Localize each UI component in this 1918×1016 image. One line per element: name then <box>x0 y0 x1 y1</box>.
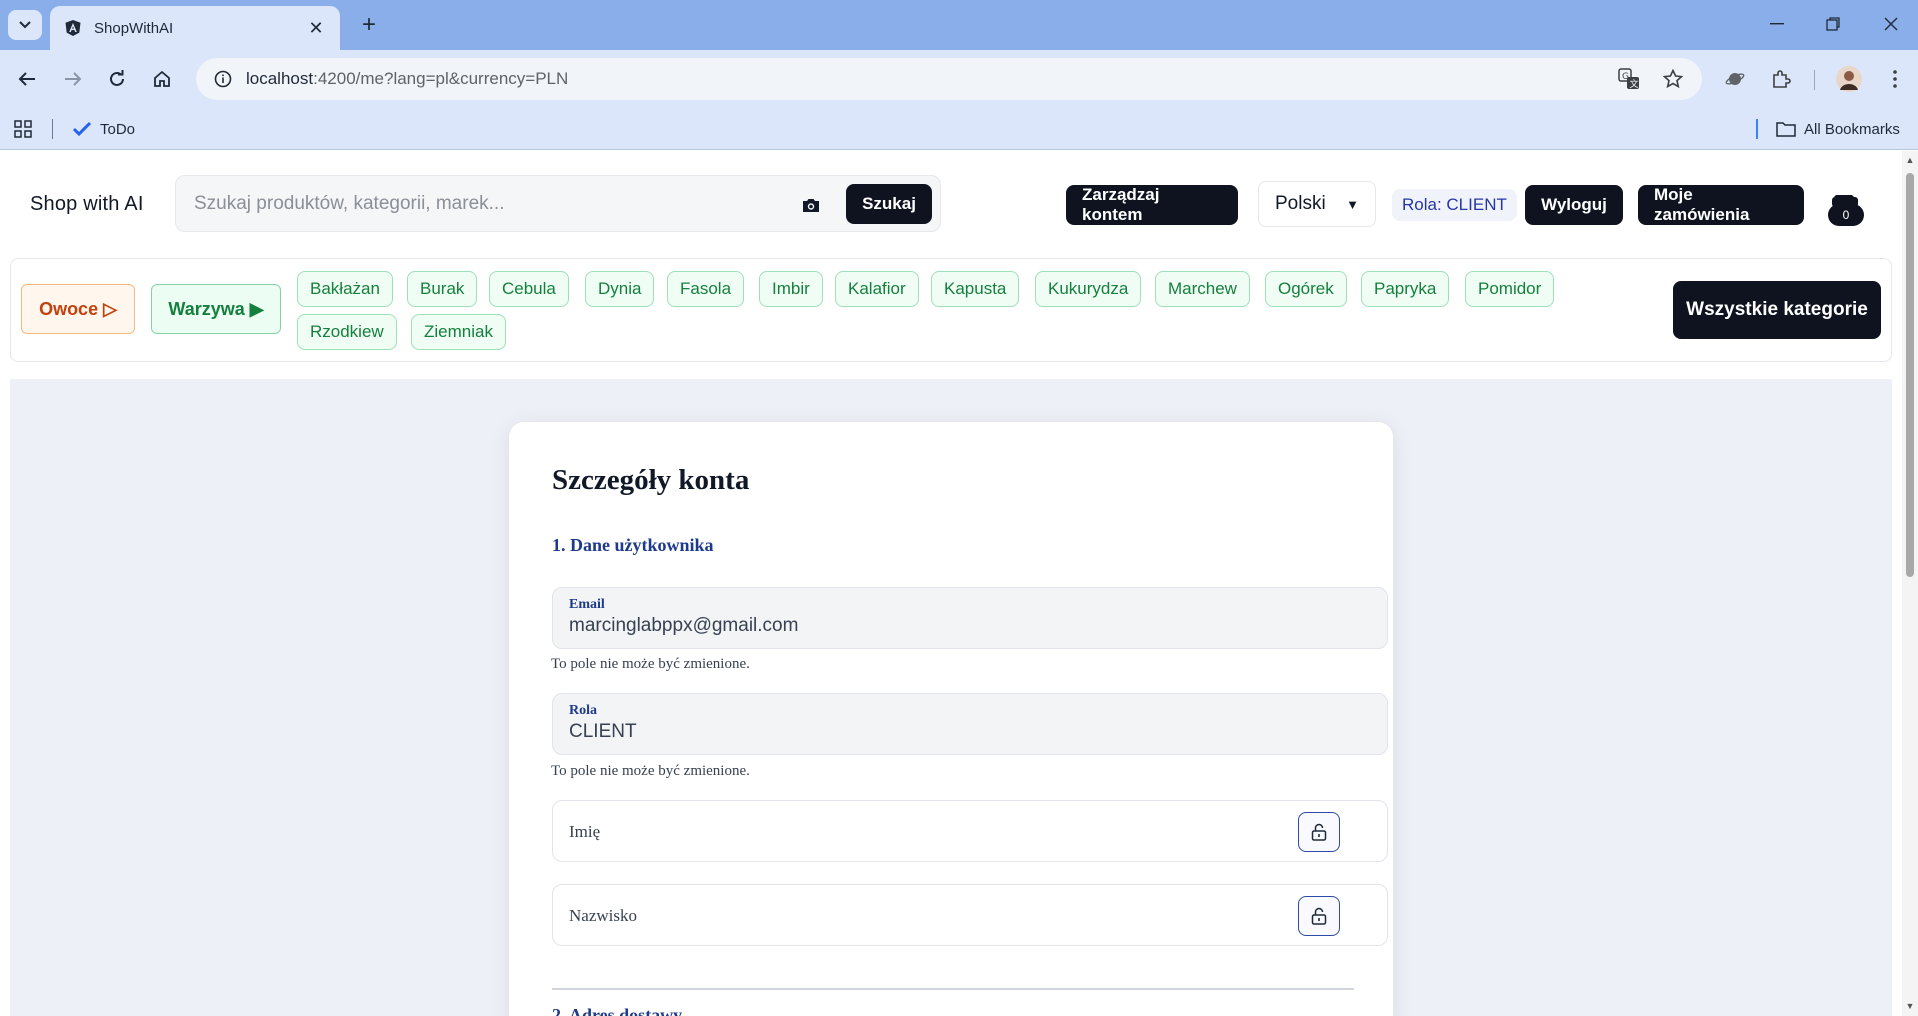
home-icon[interactable] <box>145 62 179 96</box>
back-icon[interactable] <box>10 62 44 96</box>
category-vegetables-button[interactable]: Warzywa ▶ <box>151 284 281 334</box>
category-chip[interactable]: Pomidor <box>1465 271 1555 307</box>
brand-logo[interactable]: Shop with AI <box>30 193 144 216</box>
category-chip[interactable]: Kukurydza <box>1035 271 1142 307</box>
category-chip[interactable]: Burak <box>407 271 478 307</box>
category-chip[interactable]: Dynia <box>585 271 655 307</box>
category-chip[interactable]: Imbir <box>759 271 823 307</box>
unlock-icon <box>1311 907 1327 925</box>
all-categories-button[interactable]: Wszystkie kategorie <box>1673 281 1881 339</box>
section-user-data-title: 1. Dane użytkownika <box>552 535 714 555</box>
extension-planet-icon[interactable] <box>1718 62 1752 96</box>
browser-toolbar: localhost:4200/me?lang=pl&currency=PLN G… <box>0 50 1918 108</box>
all-bookmarks[interactable]: All Bookmarks <box>1776 116 1900 142</box>
language-value: Polski <box>1275 193 1326 214</box>
site-header: Shop with AI Szukaj Zarządzaj kontem Pol… <box>0 151 1900 251</box>
search-input[interactable] <box>190 186 790 222</box>
caret-down-icon: ▼ <box>1346 196 1359 212</box>
category-chip[interactable]: Bakłażan <box>297 271 393 307</box>
bookmark-todo[interactable]: ToDo <box>72 116 135 142</box>
category-chip[interactable]: Ziemniak <box>411 314 506 350</box>
page-viewport: Shop with AI Szukaj Zarządzaj kontem Pol… <box>0 151 1918 1016</box>
address-bar[interactable]: localhost:4200/me?lang=pl&currency=PLN G… <box>196 58 1702 100</box>
new-tab-button[interactable]: + <box>354 10 384 40</box>
my-orders-button[interactable]: Moje zamówienia <box>1638 185 1804 225</box>
browser-menu-icon[interactable] <box>1878 62 1912 96</box>
first-name-placeholder: Imię <box>569 822 601 841</box>
category-chip[interactable]: Rzodkiew <box>297 314 397 350</box>
first-name-field[interactable]: Imię <box>552 800 1388 862</box>
search-bar: Szukaj <box>175 175 941 232</box>
angular-logo-icon <box>64 19 82 37</box>
manage-account-button[interactable]: Zarządzaj kontem <box>1066 185 1238 225</box>
translate-icon[interactable]: G文 <box>1614 64 1644 94</box>
category-chip[interactable]: Cebula <box>489 271 569 307</box>
chevron-down-icon <box>19 21 31 29</box>
role-readonly-hint: To pole nie może być zmienione. <box>551 763 750 779</box>
role-label: Rola <box>569 703 597 718</box>
url-text: localhost:4200/me?lang=pl&currency=PLN <box>246 69 569 88</box>
tab-search-button[interactable] <box>8 10 42 40</box>
last-name-field[interactable]: Nazwisko <box>552 884 1388 946</box>
toolbar-separator <box>1814 70 1815 90</box>
apps-grid-icon[interactable] <box>14 116 32 142</box>
bookmarks-bar: ToDo All Bookmarks <box>0 108 1918 150</box>
role-badge: Rola: CLIENT <box>1392 189 1517 221</box>
forward-icon[interactable] <box>56 62 90 96</box>
category-chip[interactable]: Fasola <box>667 271 745 307</box>
cart-count-badge: 0 <box>1828 204 1864 226</box>
minimize-icon[interactable] <box>1754 8 1800 40</box>
bookmark-todo-label: ToDo <box>100 120 136 138</box>
scrollbar-thumb[interactable] <box>1906 173 1914 577</box>
email-field: Email marcinglabppx@gmail.com <box>552 587 1388 649</box>
bookmarks-separator <box>52 119 53 139</box>
category-chip[interactable]: Ogórek <box>1265 271 1347 307</box>
unlock-first-name-button[interactable] <box>1298 812 1340 852</box>
role-field: Rola CLIENT <box>552 693 1388 755</box>
close-window-icon[interactable] <box>1868 8 1914 40</box>
site-info-icon[interactable] <box>210 66 236 92</box>
email-readonly-hint: To pole nie może być zmienione. <box>551 656 750 672</box>
category-chip[interactable]: Kalafior <box>835 271 919 307</box>
profile-avatar[interactable] <box>1832 62 1866 96</box>
email-value: marcinglabppx@gmail.com <box>569 615 799 636</box>
extensions-puzzle-icon[interactable] <box>1764 62 1798 96</box>
category-chip[interactable]: Kapusta <box>931 271 1020 307</box>
section-divider <box>552 988 1354 990</box>
language-select[interactable]: Polski ▼ <box>1258 181 1376 227</box>
svg-text:文: 文 <box>1630 78 1639 90</box>
folder-icon <box>1776 122 1796 137</box>
camera-icon[interactable] <box>798 192 824 218</box>
checkmark-icon <box>72 121 92 137</box>
bookmark-star-icon[interactable] <box>1658 64 1688 94</box>
last-name-placeholder: Nazwisko <box>569 906 637 925</box>
category-fruits-button[interactable]: Owoce ▷ <box>21 284 135 334</box>
browser-tab-active[interactable]: ShopWithAI ✕ <box>50 6 340 50</box>
logout-button[interactable]: Wyloguj <box>1525 185 1623 225</box>
category-chip[interactable]: Marchew <box>1155 271 1250 307</box>
bookmarks-separator-right <box>1756 119 1758 139</box>
email-label: Email <box>569 597 605 612</box>
role-value: CLIENT <box>569 721 637 742</box>
tab-title: ShopWithAI <box>94 19 174 37</box>
tab-close-icon[interactable]: ✕ <box>306 18 326 39</box>
restore-icon[interactable] <box>1810 8 1856 40</box>
category-bar: Owoce ▷ Warzywa ▶ Bakłażan Burak Cebula … <box>10 258 1892 362</box>
browser-tabstrip: ShopWithAI ✕ + <box>0 0 1918 50</box>
account-details-card: Szczegóły konta 1. Dane użytkownika Emai… <box>508 421 1394 1016</box>
scroll-down-arrow-icon[interactable]: ▼ <box>1905 1001 1915 1011</box>
section-shipping-address-title: 2. Adres dostawy <box>552 1005 683 1016</box>
page-title: Szczegóły konta <box>552 464 750 496</box>
category-chip[interactable]: Papryka <box>1361 271 1450 307</box>
unlock-icon <box>1311 823 1327 841</box>
all-bookmarks-label: All Bookmarks <box>1804 120 1900 138</box>
search-button[interactable]: Szukaj <box>846 184 932 224</box>
reload-icon[interactable] <box>100 62 134 96</box>
scroll-up-arrow-icon[interactable]: ▲ <box>1905 155 1915 165</box>
unlock-last-name-button[interactable] <box>1298 896 1340 936</box>
page-scrollbar[interactable]: ▲ ▼ <box>1902 151 1918 1016</box>
